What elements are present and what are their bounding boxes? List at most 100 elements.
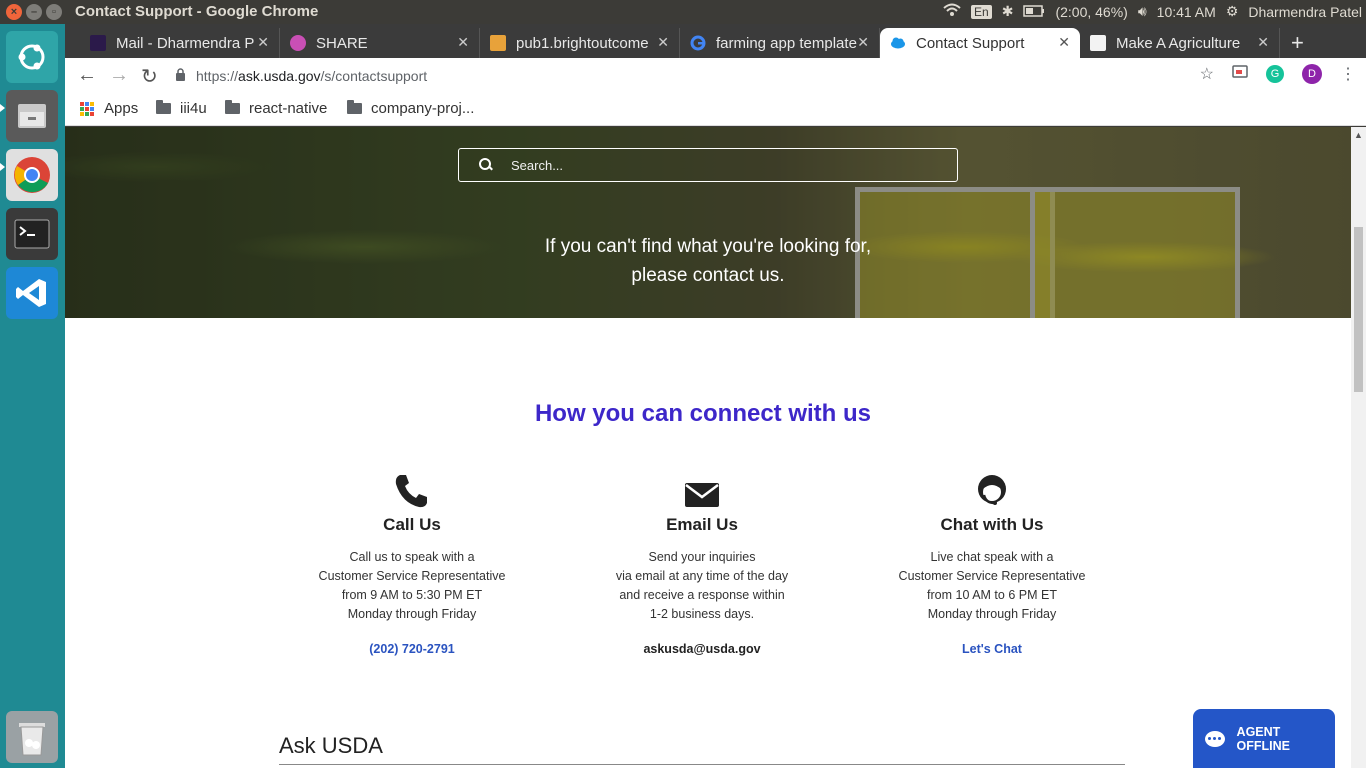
tab-title: pub1.brightoutcome [516, 34, 649, 52]
tab-title: Make A Agriculture [1116, 34, 1241, 52]
bookmark-folder-react-native[interactable]: react-native [225, 100, 327, 117]
chrome-menu-icon[interactable]: ⋮ [1340, 64, 1356, 84]
hero-message: If you can't find what you're looking fo… [65, 232, 1351, 290]
tab-close-icon[interactable]: ✕ [257, 34, 269, 51]
envelope-icon [592, 467, 812, 509]
phone-icon [302, 467, 522, 509]
running-indicator [0, 163, 5, 171]
back-arrow-icon[interactable]: ← [77, 64, 97, 87]
battery-icon[interactable] [1023, 4, 1045, 20]
running-indicator [0, 104, 5, 112]
ubuntu-dash-icon[interactable] [6, 31, 58, 83]
search-input[interactable] [511, 157, 911, 173]
tab-contact-support[interactable]: Contact Support ✕ [880, 28, 1080, 58]
folder-icon [156, 100, 171, 114]
volume-icon[interactable]: 🔊︎ [1138, 3, 1147, 20]
call-us-column: Call Us Call us to speak with a Customer… [302, 467, 522, 656]
lets-chat-link[interactable]: Let's Chat [882, 642, 1102, 656]
search-box[interactable] [458, 148, 958, 182]
lock-icon[interactable] [175, 68, 186, 84]
call-us-description: Call us to speak with a Customer Service… [302, 548, 522, 624]
hero-message-line1: If you can't find what you're looking fo… [544, 236, 872, 257]
chat-with-us-heading: Chat with Us [940, 515, 1044, 534]
bookmark-folder-iii4u[interactable]: iii4u [156, 100, 207, 117]
wifi-icon[interactable] [943, 3, 961, 20]
folder-icon [225, 100, 240, 114]
page-scrollbar[interactable]: ▲ [1351, 127, 1366, 768]
tab-title: Contact Support [916, 34, 1025, 52]
tab-close-icon[interactable]: ✕ [657, 34, 669, 51]
tab-close-icon[interactable]: ✕ [457, 34, 469, 51]
tab-share[interactable]: SHARE ✕ [280, 28, 480, 58]
mail-favicon-icon [90, 35, 106, 51]
chrome-icon[interactable] [6, 149, 58, 201]
agent-offline-chat-button[interactable]: AGENT OFFLINE [1193, 709, 1335, 768]
desc-line: Customer Service Representative [898, 569, 1086, 583]
scroll-up-arrow-icon[interactable]: ▲ [1354, 130, 1363, 140]
share-favicon-icon [290, 35, 306, 51]
desc-line: 1-2 business days. [649, 607, 755, 621]
tab-close-icon[interactable]: ✕ [1058, 34, 1070, 51]
agriculture-favicon-icon [1090, 35, 1106, 51]
cast-icon[interactable] [1232, 64, 1248, 84]
system-tray: En ✱ (2:00, 46%) 🔊︎ 10:41 AM ⚙ Dharmendr… [943, 3, 1362, 20]
bookmarks-bar: Apps iii4u react-native company-proj... [65, 94, 1366, 126]
agent-status-label: AGENT OFFLINE [1236, 724, 1291, 753]
brightoutcome-favicon-icon [490, 35, 506, 51]
desc-line: Monday through Friday [347, 607, 477, 621]
tab-mail[interactable]: Mail - Dharmendra P ✕ [80, 28, 280, 58]
scrollbar-thumb[interactable] [1354, 227, 1363, 392]
window-close-button[interactable]: × [6, 4, 22, 20]
connect-section-title: How you can connect with us [534, 400, 872, 427]
bluetooth-icon[interactable]: ✱ [1002, 3, 1014, 20]
bookmark-star-icon[interactable]: ☆ [1200, 64, 1214, 84]
tab-google-search[interactable]: farming app template ✕ [680, 28, 880, 58]
window-maximize-button[interactable]: ▫ [46, 4, 62, 20]
browser-tab-strip: Mail - Dharmendra P ✕ SHARE ✕ pub1.brigh… [65, 24, 1366, 58]
clock[interactable]: 10:41 AM [1157, 4, 1216, 20]
ask-usda-heading: Ask USDA [279, 733, 1125, 765]
grammarly-icon[interactable]: G [1266, 65, 1284, 83]
window-minimize-button[interactable]: – [26, 4, 42, 20]
forward-arrow-icon[interactable]: → [109, 64, 129, 87]
tab-brightoutcome[interactable]: pub1.brightoutcome ✕ [480, 28, 680, 58]
phone-number-link[interactable]: (202) 720-2791 [302, 642, 522, 656]
new-tab-plus-icon[interactable]: + [1291, 30, 1304, 56]
tab-close-icon[interactable]: ✕ [857, 34, 869, 51]
battery-status: (2:00, 46%) [1055, 3, 1128, 20]
email-us-column: Email Us Send your inquiries via email a… [592, 467, 812, 656]
desc-line: Call us to speak with a [349, 550, 475, 564]
browser-toolbar: ← → ↻ https://ask.usda.gov/s/contactsupp… [65, 58, 1366, 94]
tab-close-icon[interactable]: ✕ [1257, 34, 1269, 51]
file-manager-icon[interactable] [6, 90, 58, 142]
url-scheme: https:// [196, 68, 239, 84]
page-viewport: If you can't find what you're looking fo… [65, 127, 1351, 768]
google-favicon-icon [690, 35, 706, 51]
bookmark-label: Apps [104, 100, 139, 117]
user-name[interactable]: Dharmendra Patel [1248, 4, 1362, 20]
vscode-icon[interactable] [6, 267, 58, 319]
tab-make-agriculture[interactable]: Make A Agriculture ✕ [1080, 28, 1280, 58]
chat-with-us-column: Chat with Us Live chat speak with a Cust… [882, 467, 1102, 656]
apps-grid-icon [80, 101, 94, 116]
profile-avatar[interactable]: D [1302, 64, 1322, 84]
address-bar[interactable]: https://ask.usda.gov/s/contactsupport [175, 62, 1225, 90]
email-address[interactable]: askusda@usda.gov [592, 642, 812, 656]
system-top-bar: × – ▫ Contact Support - Google Chrome En… [0, 0, 1366, 24]
desc-line: from 9 AM to 5:30 PM ET [341, 588, 483, 602]
bookmark-folder-company-proj[interactable]: company-proj... [347, 100, 474, 117]
bookmark-apps[interactable]: Apps [80, 100, 138, 117]
terminal-icon[interactable] [6, 208, 58, 260]
call-us-heading: Call Us [383, 515, 441, 534]
reload-icon[interactable]: ↻ [141, 64, 158, 89]
desc-line: Send your inquiries [648, 550, 756, 564]
settings-gear-icon[interactable]: ⚙ [1226, 3, 1239, 20]
bookmark-label: react-native [249, 100, 328, 117]
app-launcher [0, 24, 65, 768]
url-host: ask.usda.gov [238, 68, 321, 84]
trash-icon[interactable] [6, 711, 58, 763]
keyboard-layout-indicator[interactable]: En [971, 4, 992, 19]
desc-line: Live chat speak with a [930, 550, 1054, 564]
bookmark-label: iii4u [180, 100, 207, 117]
hero-message-line2: please contact us. [631, 265, 785, 286]
